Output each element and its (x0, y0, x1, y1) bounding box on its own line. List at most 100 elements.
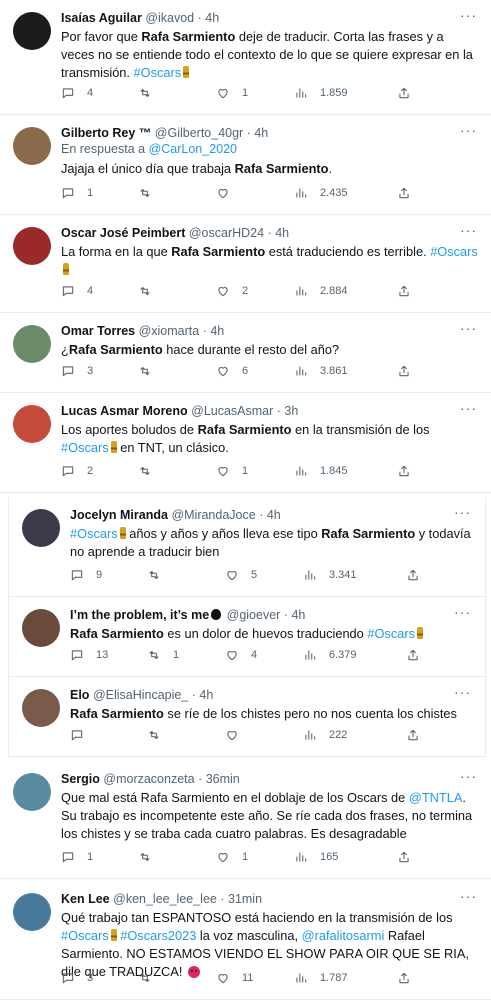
author-handle[interactable]: @Gilberto_40gr (155, 126, 243, 140)
reply-button[interactable]: 2 (61, 462, 93, 480)
reply-button[interactable]: 13 (70, 646, 108, 664)
avatar[interactable] (22, 509, 60, 547)
share-button[interactable] (406, 566, 420, 584)
hashtag-link[interactable]: @rafalitosarmi (302, 928, 385, 943)
share-button[interactable] (397, 969, 411, 987)
timestamp[interactable]: · 3h (277, 404, 299, 418)
avatar[interactable] (13, 12, 51, 50)
author-handle[interactable]: @oscarHD24 (189, 226, 264, 240)
like-button[interactable] (225, 726, 251, 744)
share-button[interactable] (397, 282, 411, 300)
hashtag-link[interactable]: #Oscars (61, 928, 109, 943)
views-button[interactable]: 1.859 (294, 84, 348, 102)
author-handle[interactable]: @MirandaJoce (171, 508, 255, 522)
avatar[interactable] (22, 689, 60, 727)
share-button[interactable] (406, 646, 420, 664)
timestamp[interactable]: · 4h (268, 226, 290, 240)
author-name[interactable]: Sergio (61, 772, 100, 786)
tweet[interactable]: ··· Jocelyn Miranda @MirandaJoce · 4h #Osc… (8, 497, 486, 597)
author-handle[interactable]: @ikavod (145, 11, 194, 25)
retweet-button[interactable]: 1 (147, 646, 179, 664)
timestamp[interactable]: · 4h (259, 508, 281, 522)
timestamp[interactable]: · 4h (203, 324, 225, 338)
author-name[interactable]: Ken Lee (61, 892, 110, 906)
timestamp[interactable]: · 4h (192, 688, 214, 702)
retweet-button[interactable] (138, 969, 164, 987)
retweet-button[interactable] (138, 462, 164, 480)
reply-button[interactable]: 4 (61, 282, 93, 300)
share-button[interactable] (397, 84, 411, 102)
retweet-button[interactable] (138, 848, 164, 866)
tweet[interactable]: ··· Lucas Asmar Moreno @LucasAsmar · 3h Lo… (0, 393, 491, 493)
like-button[interactable]: 4 (225, 646, 257, 664)
like-button[interactable]: 1 (216, 84, 248, 102)
hashtag-link[interactable]: #Oscars (367, 626, 415, 641)
author-handle[interactable]: @ElisaHincapie_ (93, 688, 188, 702)
author-name[interactable]: Isaías Aguilar (61, 11, 142, 25)
retweet-button[interactable] (138, 184, 164, 202)
like-button[interactable]: 11 (216, 969, 253, 987)
views-button[interactable]: 2.435 (294, 184, 348, 202)
views-button[interactable]: 2.884 (294, 282, 348, 300)
reply-button[interactable]: 3 (61, 362, 93, 380)
author-name[interactable]: Jocelyn Miranda (70, 508, 168, 522)
share-button[interactable] (397, 362, 411, 380)
like-button[interactable]: 5 (225, 566, 257, 584)
timestamp[interactable]: · 4h (198, 11, 220, 25)
reply-button[interactable]: 3 (61, 969, 93, 987)
author-name[interactable]: Elo (70, 688, 89, 702)
author-handle[interactable]: @xiomarta (139, 324, 200, 338)
retweet-button[interactable] (138, 84, 164, 102)
author-handle[interactable]: @gioever (227, 608, 281, 622)
author-name[interactable]: Oscar José Peimbert (61, 226, 185, 240)
reply-button[interactable]: 9 (70, 566, 102, 584)
views-button[interactable]: 3.341 (303, 566, 357, 584)
retweet-button[interactable] (138, 282, 164, 300)
retweet-button[interactable] (147, 566, 173, 584)
avatar[interactable] (13, 227, 51, 265)
tweet[interactable]: ··· Isaías Aguilar @ikavod · 4h Por favor … (0, 0, 491, 115)
hashtag-link[interactable]: #Oscars2023 (120, 928, 196, 943)
views-button[interactable]: 3.861 (294, 362, 348, 380)
retweet-button[interactable] (147, 726, 173, 744)
share-button[interactable] (397, 184, 411, 202)
author-handle[interactable]: @ken_lee_lee_lee (113, 892, 217, 906)
tweet[interactable]: ··· Oscar José Peimbert @oscarHD24 · 4h La… (0, 215, 491, 313)
tweet[interactable]: ··· Sergio @morzaconzeta · 36min Que mal e… (0, 761, 491, 879)
views-button[interactable]: 1.787 (294, 969, 348, 987)
reply-to-link[interactable]: @CarLon_2020 (149, 142, 237, 156)
author-name[interactable]: Gilberto Rey ™ (61, 126, 151, 140)
author-name[interactable]: Omar Torres (61, 324, 135, 338)
author-handle[interactable]: @morzaconzeta (103, 772, 194, 786)
author-name[interactable]: I’m the problem, it’s me (70, 608, 209, 622)
like-button[interactable] (216, 184, 242, 202)
hashtag-link[interactable]: @TNTLA (409, 790, 463, 805)
timestamp[interactable]: · 4h (284, 608, 306, 622)
views-button[interactable]: 6.379 (303, 646, 357, 664)
hashtag-link[interactable]: #Oscars (430, 244, 478, 259)
reply-button[interactable]: 1 (61, 184, 93, 202)
reply-button[interactable]: 4 (61, 84, 93, 102)
tweet[interactable]: ··· Omar Torres @xiomarta · 4h ¿Rafa Sarmi… (0, 313, 491, 393)
reply-button[interactable] (70, 726, 96, 744)
views-button[interactable]: 1.845 (294, 462, 348, 480)
tweet[interactable]: ··· Elo @ElisaHincapie_ · 4h Rafa Sarmient… (8, 677, 486, 757)
share-button[interactable] (397, 848, 411, 866)
avatar[interactable] (13, 773, 51, 811)
hashtag-link[interactable]: #Oscars (134, 65, 182, 80)
retweet-button[interactable] (138, 362, 164, 380)
author-name[interactable]: Lucas Asmar Moreno (61, 404, 188, 418)
tweet[interactable]: ··· Ken Lee @ken_lee_lee_lee · 31min Qué t… (0, 881, 491, 1000)
avatar[interactable] (13, 127, 51, 165)
timestamp[interactable]: · 36min (198, 772, 240, 786)
author-handle[interactable]: @LucasAsmar (191, 404, 273, 418)
avatar[interactable] (13, 325, 51, 363)
like-button[interactable]: 1 (216, 848, 248, 866)
views-button[interactable]: 165 (294, 848, 338, 866)
hashtag-link[interactable]: #Oscars (61, 440, 109, 455)
like-button[interactable]: 6 (216, 362, 248, 380)
tweet[interactable]: ··· I’m the problem, it’s me @gioever · 4… (8, 597, 486, 677)
tweet[interactable]: ··· Gilberto Rey ™ @Gilberto_40gr · 4h En … (0, 115, 491, 215)
reply-button[interactable]: 1 (61, 848, 93, 866)
avatar[interactable] (22, 609, 60, 647)
